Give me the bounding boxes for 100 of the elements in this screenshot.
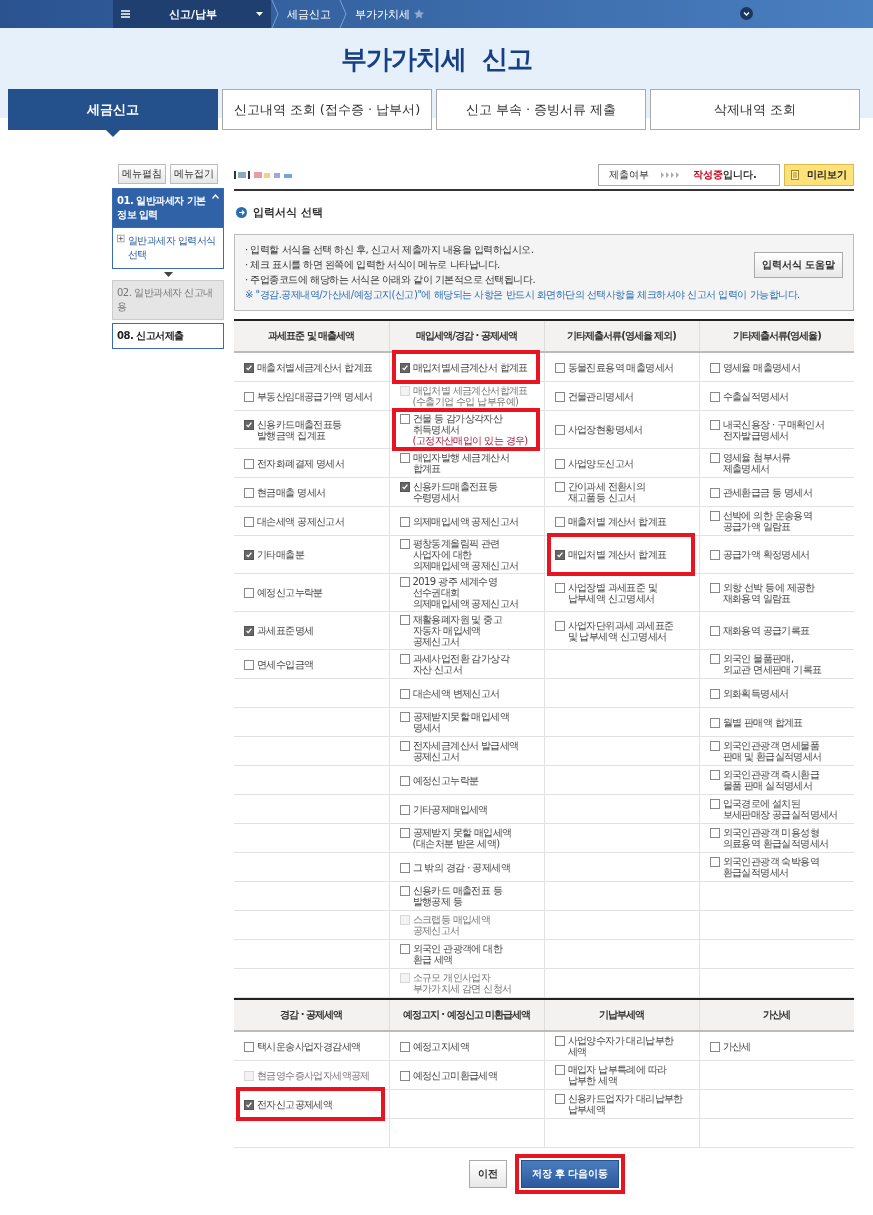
checkbox[interactable] — [554, 1065, 565, 1075]
option-label: 매출처별 계산서 합계표 — [567, 515, 667, 527]
checkbox[interactable] — [709, 626, 720, 636]
menu-button[interactable]: 메뉴펼침 — [118, 164, 166, 184]
checkbox[interactable] — [399, 482, 410, 492]
checkbox[interactable] — [554, 1094, 565, 1104]
preview-button[interactable]: 미리보기 — [784, 164, 854, 186]
checkbox[interactable] — [399, 688, 410, 699]
checkbox[interactable] — [554, 620, 565, 631]
checkbox[interactable] — [709, 487, 720, 498]
option-label: 사업양도신고서 — [567, 457, 634, 469]
checkbox[interactable] — [399, 654, 410, 664]
checkbox[interactable] — [399, 362, 410, 373]
save-next-button[interactable]: 저장 후 다음이동 — [520, 1160, 620, 1188]
tab[interactable]: 신고내역 조회 (접수증 · 납부서) — [222, 89, 432, 130]
checkbox[interactable] — [399, 775, 410, 786]
checkbox[interactable] — [709, 582, 720, 593]
menu-button[interactable]: 메뉴접기 — [170, 164, 218, 184]
checkbox[interactable] — [244, 419, 254, 430]
checkbox[interactable] — [554, 391, 565, 402]
checkbox[interactable] — [244, 588, 254, 598]
checkbox[interactable] — [244, 1099, 254, 1110]
checkbox[interactable] — [244, 458, 254, 469]
checkbox[interactable] — [709, 717, 720, 728]
option-label: 대손세액 공제신고서 — [257, 515, 345, 527]
checkbox[interactable] — [709, 362, 720, 373]
option-label: 간이과세 전환시의 재고품등 신고서 — [567, 481, 646, 503]
option-label: 사업장별 과세표준 및 납부세액 신고명세서 — [567, 581, 658, 604]
option-label: 수출실적명세서 — [722, 390, 789, 402]
checkbox[interactable] — [244, 391, 254, 402]
checkbox[interactable] — [399, 944, 410, 954]
option-label: 전자화폐결제 명세서 — [257, 457, 345, 469]
checkbox[interactable] — [709, 741, 720, 751]
checkbox[interactable] — [709, 828, 720, 838]
checkbox[interactable] — [399, 539, 410, 549]
checkbox[interactable] — [709, 770, 720, 780]
sidebar-subitem[interactable]: 일반과세자 입력서식 선택 — [112, 228, 224, 269]
sidebar-item[interactable]: 08. 신고서제출 — [112, 323, 224, 349]
info-text: · 주업종코드에 해당하는 서식은 아래와 같이 기본적으로 선택됩니다. — [245, 273, 537, 287]
tab[interactable]: 세금신고 — [8, 89, 218, 130]
checkbox[interactable] — [244, 626, 254, 636]
checkbox[interactable] — [399, 828, 410, 838]
expand-icon[interactable] — [740, 7, 753, 20]
checkbox[interactable] — [709, 857, 720, 867]
option-label: 전자세금계산서 발급세액 공제신고서 — [412, 740, 519, 762]
column-header: 기타제출서류(영세율 제외) — [567, 330, 676, 342]
checkbox[interactable] — [554, 582, 565, 593]
option-label: 신용카드업자가 대리납부한 납부세액 — [567, 1093, 683, 1115]
checkbox[interactable] — [709, 1041, 720, 1052]
caret-icon — [256, 12, 263, 16]
help-button[interactable]: 입력서식 도움말 — [753, 252, 843, 278]
checkbox[interactable] — [554, 458, 565, 469]
checkbox[interactable] — [709, 654, 720, 664]
checkbox[interactable] — [399, 577, 410, 587]
breadcrumb-link[interactable]: 부가가치세 — [355, 6, 410, 22]
checkbox[interactable] — [244, 487, 254, 498]
checkbox[interactable] — [244, 516, 254, 527]
checkbox[interactable] — [709, 799, 720, 809]
checkbox[interactable] — [709, 511, 720, 521]
checkbox[interactable] — [554, 482, 565, 492]
tab[interactable]: 삭제내역 조회 — [650, 89, 860, 130]
option-label: 외국인관광객 즉시환급 물품 판매 실적명세서 — [722, 769, 820, 791]
option-label: 외국인 관광객에 대한 환급 세액 — [412, 943, 503, 965]
star-icon[interactable] — [414, 9, 424, 19]
option-label: 사업자단위과세 과세표준 및 납부세액 신고명세서 — [567, 619, 674, 642]
checkbox[interactable] — [244, 362, 254, 373]
checkbox[interactable] — [709, 419, 720, 430]
checkbox[interactable] — [399, 741, 410, 751]
checkbox[interactable] — [399, 615, 410, 625]
checkbox[interactable] — [709, 391, 720, 402]
checkbox[interactable] — [244, 550, 254, 560]
checkbox[interactable] — [554, 550, 565, 560]
checkbox[interactable] — [709, 550, 720, 560]
option-label: 평창동계올림픽 관련 사업자에 대한 의제매입세액 공제신고서 — [412, 538, 519, 571]
checkbox[interactable] — [554, 362, 565, 373]
checkbox[interactable] — [399, 862, 410, 873]
checkbox[interactable] — [554, 425, 565, 435]
status-value: 작성중입니다. — [693, 168, 757, 182]
menu-dropdown[interactable]: 신고/납부 — [113, 0, 271, 28]
column-header: 기타제출서류(영세율) — [732, 330, 821, 342]
checkbox[interactable] — [399, 516, 410, 527]
tab[interactable]: 신고 부속 · 증빙서류 제출 — [436, 89, 646, 130]
checkbox[interactable] — [399, 1041, 410, 1052]
checkbox[interactable] — [709, 453, 720, 463]
checkbox[interactable] — [399, 453, 410, 463]
checkbox[interactable] — [399, 1070, 410, 1081]
redacted-name-drawing — [234, 171, 292, 179]
checkbox[interactable] — [244, 1041, 254, 1052]
checkbox[interactable] — [244, 659, 254, 670]
checkbox[interactable] — [399, 414, 410, 424]
breadcrumb-link[interactable]: 세금신고 — [287, 6, 331, 22]
checkbox[interactable] — [709, 688, 720, 699]
checkbox[interactable] — [554, 516, 565, 527]
checkbox[interactable] — [399, 886, 410, 896]
checkbox[interactable] — [399, 804, 410, 815]
checkbox[interactable] — [554, 1036, 565, 1046]
checkbox[interactable] — [399, 712, 410, 722]
sidebar-item[interactable]: 01. 일반과세자 기본정보 입력 — [112, 188, 224, 228]
option-label: 신용카드매출전표등 수령명세서 — [412, 481, 498, 503]
previous-button[interactable]: 이전 — [468, 1160, 507, 1188]
